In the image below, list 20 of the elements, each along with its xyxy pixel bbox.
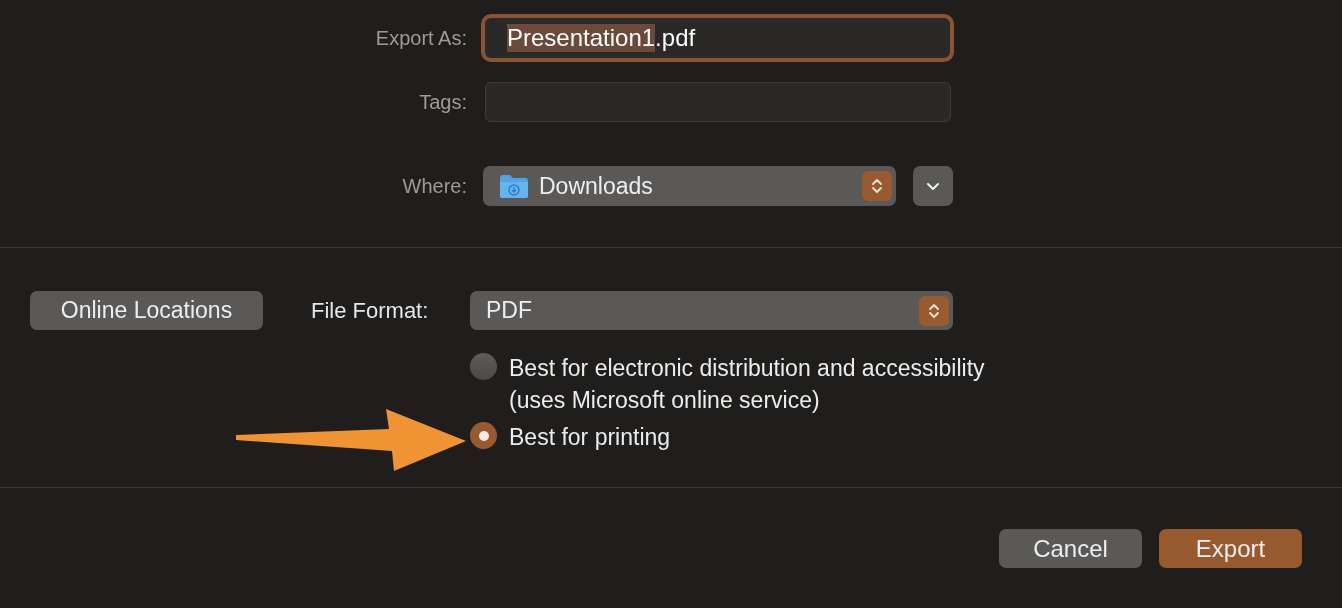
folder-icon	[499, 173, 529, 199]
chevron-down-icon	[926, 181, 940, 191]
radio-button[interactable]	[470, 353, 497, 380]
tags-label: Tags:	[418, 90, 468, 114]
online-locations-button[interactable]: Online Locations	[30, 291, 263, 330]
file-format-popup[interactable]: PDF	[470, 291, 953, 330]
export-as-label: Export As:	[374, 26, 468, 50]
stepper-icon	[919, 296, 949, 326]
where-popup[interactable]: Downloads	[483, 166, 896, 206]
tags-input-field[interactable]	[485, 82, 951, 122]
option-label: Best for printing	[509, 423, 671, 452]
export-button[interactable]: Export	[1159, 529, 1302, 568]
expand-button[interactable]	[913, 166, 953, 206]
stepper-icon	[862, 171, 892, 201]
option-label: Best for electronic distribution and accessibility (uses Microsoft online service)	[509, 354, 985, 415]
file-format-label: File Format:	[311, 297, 430, 324]
radio-button[interactable]	[470, 422, 497, 449]
where-label: Where:	[401, 174, 468, 198]
cancel-button[interactable]: Cancel	[999, 529, 1142, 568]
filename-input-field[interactable]: Presentation1.pdf	[481, 14, 954, 62]
